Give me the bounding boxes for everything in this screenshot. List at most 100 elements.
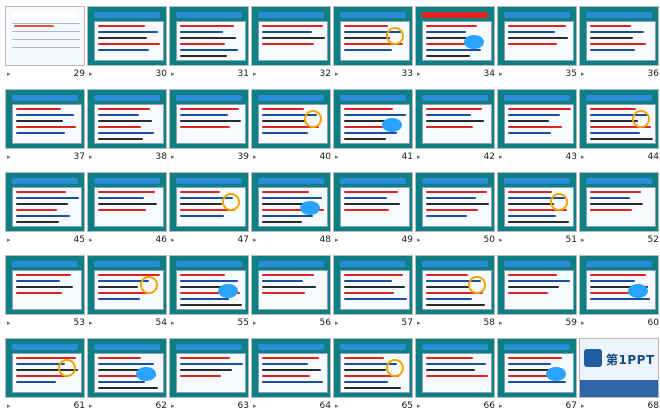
slide-thumbnail[interactable] [497, 89, 577, 149]
transition-icon[interactable]: ▸ [89, 320, 93, 327]
text-line [426, 375, 488, 377]
slide-thumbnail[interactable] [87, 338, 167, 398]
slide-number: 50 [483, 235, 495, 245]
transition-icon[interactable]: ▸ [253, 154, 257, 161]
text-line [16, 191, 66, 193]
slide-thumbnail[interactable] [333, 172, 413, 232]
slide-thumbnail[interactable] [579, 172, 659, 232]
transition-icon[interactable]: ▸ [171, 320, 175, 327]
transition-icon[interactable]: ▸ [89, 237, 93, 244]
decorative-circle-icon [58, 359, 76, 377]
slide-thumbnail[interactable] [415, 172, 495, 232]
slide-thumbnail[interactable] [169, 6, 249, 66]
slide-thumbnail[interactable] [87, 6, 167, 66]
text-line [16, 108, 61, 110]
transition-icon[interactable]: ▸ [253, 320, 257, 327]
slide-title-bar [94, 12, 160, 18]
slide-number: 51 [565, 235, 577, 245]
text-line [344, 274, 403, 276]
transition-icon[interactable]: ▸ [499, 237, 503, 244]
slide-thumbnail[interactable] [5, 338, 85, 398]
slide-thumbnail[interactable] [333, 255, 413, 315]
slide-thumbnail[interactable] [333, 6, 413, 66]
transition-icon[interactable]: ▸ [89, 154, 93, 161]
slide-title-bar [94, 261, 160, 267]
transition-icon[interactable]: ▸ [499, 154, 503, 161]
text-line [262, 286, 316, 288]
transition-icon[interactable]: ▸ [581, 71, 585, 78]
slide-thumbnail[interactable] [497, 255, 577, 315]
slide-thumbnail[interactable] [579, 89, 659, 149]
text-line [508, 280, 570, 282]
slide-thumbnail[interactable] [579, 6, 659, 66]
slide-thumbnail[interactable] [251, 172, 331, 232]
transition-icon[interactable]: ▸ [7, 320, 11, 327]
transition-icon[interactable]: ▸ [253, 403, 257, 410]
transition-icon[interactable]: ▸ [499, 403, 503, 410]
transition-icon[interactable]: ▸ [171, 71, 175, 78]
transition-icon[interactable]: ▸ [7, 237, 11, 244]
slide-thumbnail[interactable]: 第1PPT [579, 338, 659, 398]
slide-thumbnail[interactable] [415, 255, 495, 315]
slide-thumbnail[interactable] [415, 338, 495, 398]
transition-icon[interactable]: ▸ [581, 320, 585, 327]
slide-title-bar [258, 344, 324, 350]
transition-icon[interactable]: ▸ [171, 154, 175, 161]
transition-icon[interactable]: ▸ [89, 71, 93, 78]
transition-icon[interactable]: ▸ [581, 237, 585, 244]
slide-thumbnail[interactable] [415, 6, 495, 66]
slide-thumbnail[interactable] [497, 172, 577, 232]
slide-thumbnail[interactable] [251, 6, 331, 66]
transition-icon[interactable]: ▸ [417, 320, 421, 327]
slide-thumbnail[interactable] [497, 6, 577, 66]
slide-thumbnail[interactable] [579, 255, 659, 315]
slide-thumbnail[interactable] [169, 89, 249, 149]
transition-icon[interactable]: ▸ [499, 320, 503, 327]
transition-icon[interactable]: ▸ [417, 71, 421, 78]
slide-thumbnail[interactable] [5, 89, 85, 149]
transition-icon[interactable]: ▸ [335, 154, 339, 161]
slide-thumbnail[interactable] [87, 172, 167, 232]
transition-icon[interactable]: ▸ [335, 71, 339, 78]
slide-thumbnail[interactable] [251, 89, 331, 149]
slide-thumbnail[interactable] [87, 255, 167, 315]
transition-icon[interactable]: ▸ [7, 71, 11, 78]
slide-thumbnail[interactable] [5, 6, 85, 66]
slide-title-bar [586, 261, 652, 267]
transition-icon[interactable]: ▸ [171, 403, 175, 410]
transition-icon[interactable]: ▸ [581, 154, 585, 161]
text-line [590, 298, 650, 300]
slide-title-bar [340, 95, 406, 101]
slide-thumbnail[interactable] [5, 172, 85, 232]
decorative-circle-icon [386, 359, 404, 377]
slide-thumbnail[interactable] [333, 338, 413, 398]
slide-thumbnail[interactable] [251, 338, 331, 398]
transition-icon[interactable]: ▸ [171, 237, 175, 244]
transition-icon[interactable]: ▸ [581, 403, 585, 410]
transition-icon[interactable]: ▸ [89, 403, 93, 410]
transition-icon[interactable]: ▸ [335, 237, 339, 244]
transition-icon[interactable]: ▸ [417, 154, 421, 161]
text-line [98, 37, 147, 39]
slide-title-bar [12, 12, 78, 18]
transition-icon[interactable]: ▸ [417, 403, 421, 410]
transition-icon[interactable]: ▸ [7, 154, 11, 161]
slide-thumbnail[interactable] [169, 255, 249, 315]
slide-thumbnail[interactable] [251, 255, 331, 315]
text-line [508, 108, 571, 110]
slide-thumbnail[interactable] [415, 89, 495, 149]
slide-thumbnail[interactable] [333, 89, 413, 149]
transition-icon[interactable]: ▸ [335, 403, 339, 410]
slide-thumbnail[interactable] [169, 338, 249, 398]
transition-icon[interactable]: ▸ [335, 320, 339, 327]
transition-icon[interactable]: ▸ [7, 403, 11, 410]
transition-icon[interactable]: ▸ [499, 71, 503, 78]
slide-thumbnail[interactable] [169, 172, 249, 232]
text-line [508, 381, 566, 383]
transition-icon[interactable]: ▸ [253, 237, 257, 244]
transition-icon[interactable]: ▸ [417, 237, 421, 244]
transition-icon[interactable]: ▸ [253, 71, 257, 78]
slide-thumbnail[interactable] [5, 255, 85, 315]
slide-thumbnail[interactable] [87, 89, 167, 149]
slide-thumbnail[interactable] [497, 338, 577, 398]
